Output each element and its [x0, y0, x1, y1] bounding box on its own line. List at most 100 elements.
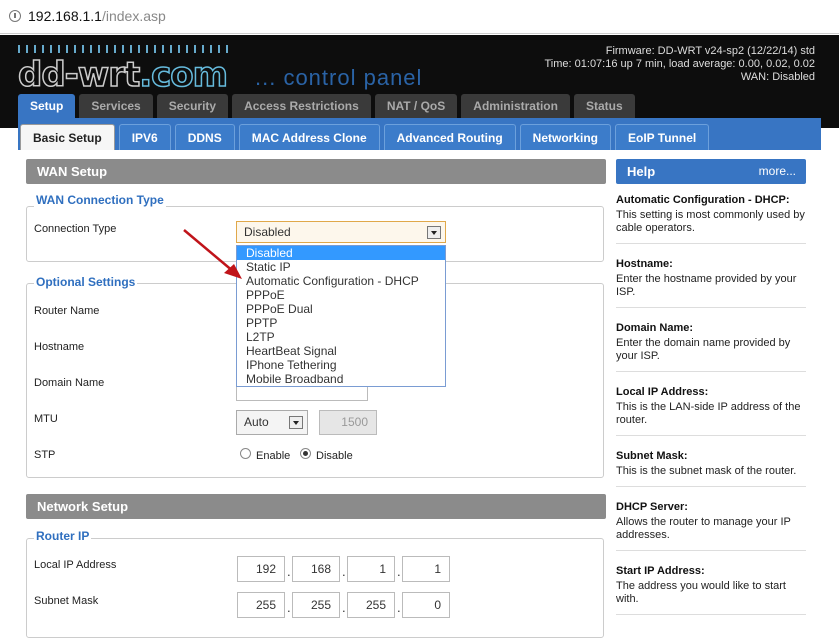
sub-tabs: Basic Setup IPV6 DDNS MAC Address Clone … — [20, 124, 710, 150]
mtu-mode-value: Auto — [244, 415, 269, 429]
network-setup-title: Network Setup — [26, 494, 606, 519]
router-ip-legend: Router IP — [34, 529, 92, 543]
url-text[interactable]: 192.168.1.1/index.asp — [28, 8, 166, 24]
uptime: Time: 01:07:16 up 7 min, load average: 0… — [544, 58, 816, 70]
ip-separator: . — [342, 564, 346, 579]
subnet-mask-label: Subnet Mask — [34, 595, 99, 607]
ip-separator: . — [397, 564, 401, 579]
subnet-octet-4[interactable]: 0 — [402, 592, 450, 618]
option-disabled[interactable]: Disabled — [237, 246, 445, 260]
router-name-label: Router Name — [34, 305, 100, 317]
tab-access-restrictions[interactable]: Access Restrictions — [232, 94, 371, 118]
page-info-icon[interactable] — [9, 10, 21, 22]
help-more-link[interactable]: more... — [759, 159, 796, 184]
stp-enable-radio[interactable] — [240, 448, 251, 459]
subnet-octet-1[interactable]: 255 — [237, 592, 285, 618]
option-l2tp[interactable]: L2TP — [237, 330, 445, 344]
ip-separator: . — [287, 564, 291, 579]
subtab-ipv6[interactable]: IPV6 — [118, 124, 171, 150]
ip-separator: . — [397, 600, 401, 615]
help-item-text: Enter the domain name provided by your I… — [616, 337, 791, 362]
router-ip-fieldset — [26, 538, 604, 638]
help-item-title: Hostname: — [616, 258, 673, 270]
wan-status: WAN: Disabled — [740, 71, 815, 83]
option-pppoe-dual[interactable]: PPPoE Dual — [237, 302, 445, 316]
help-item-text: This is the LAN-side IP address of the r… — [616, 401, 801, 426]
subnet-octet-2[interactable]: 255 — [292, 592, 340, 618]
control-panel-subtitle: ... control panel — [255, 65, 423, 90]
help-item: Subnet Mask: This is the subnet mask of t… — [616, 450, 806, 487]
help-item-title: Start IP Address: — [616, 565, 705, 577]
optional-settings-legend: Optional Settings — [34, 275, 138, 289]
logo-text: dd-wrt — [17, 54, 141, 96]
tab-status[interactable]: Status — [573, 94, 635, 118]
option-mobile-broadband[interactable]: Mobile Broadband — [237, 372, 445, 386]
subtab-eoip-tunnel[interactable]: EoIP Tunnel — [615, 124, 710, 150]
logo-stripes — [18, 45, 228, 53]
help-item-text: Enter the hostname provided by your ISP. — [616, 273, 797, 298]
local-ip-octet-4[interactable]: 1 — [402, 556, 450, 582]
help-item: Automatic Configuration - DHCP: This sett… — [616, 194, 806, 244]
hostname-label: Hostname — [34, 341, 85, 353]
chevron-down-icon[interactable] — [427, 226, 441, 239]
ip-separator: . — [287, 600, 291, 615]
wan-setup-title: WAN Setup — [26, 159, 606, 184]
local-ip-octet-1[interactable]: 192 — [237, 556, 285, 582]
wan-connection-legend: WAN Connection Type — [34, 193, 166, 207]
help-item-title: Subnet Mask: — [616, 450, 688, 462]
local-ip-label: Local IP Address — [34, 559, 117, 571]
connection-type-select[interactable]: Disabled — [236, 221, 446, 243]
help-item: Hostname: Enter the hostname provided by … — [616, 258, 806, 308]
stp-label: STP — [34, 449, 56, 461]
stp-enable-label: Enable — [256, 450, 291, 462]
connection-type-label: Connection Type — [34, 223, 117, 235]
help-item-title: DHCP Server: — [616, 501, 688, 513]
help-item: Start IP Address: The address you would l… — [616, 565, 806, 615]
tab-administration[interactable]: Administration — [461, 94, 570, 118]
help-item-title: Local IP Address: — [616, 386, 709, 398]
help-item-title: Automatic Configuration - DHCP: — [616, 194, 790, 206]
help-item-text: Allows the router to manage your IP addr… — [616, 516, 791, 541]
mtu-mode-select[interactable]: Auto — [236, 410, 308, 435]
help-title-bar: Help more... — [616, 159, 806, 184]
help-panel: Help more... Automatic Configuration - D… — [611, 150, 839, 627]
tab-security[interactable]: Security — [156, 94, 229, 118]
stp-disable-label: Disable — [316, 450, 353, 462]
subtab-ddns[interactable]: DDNS — [174, 124, 235, 150]
subnet-octet-3[interactable]: 255 — [347, 592, 395, 618]
subtab-basic-setup[interactable]: Basic Setup — [20, 124, 115, 150]
subtab-advanced-routing[interactable]: Advanced Routing — [383, 124, 516, 150]
mtu-value-input[interactable]: 1500 — [319, 410, 377, 435]
local-ip-octet-2[interactable]: 168 — [292, 556, 340, 582]
option-pptp[interactable]: PPTP — [237, 316, 445, 330]
help-item-text: This is the subnet mask of the router. — [616, 465, 797, 477]
connection-type-dropdown[interactable]: Disabled Static IP Automatic Configurati… — [236, 245, 446, 387]
option-heartbeat-signal[interactable]: HeartBeat Signal — [237, 344, 445, 358]
local-ip-octet-3[interactable]: 1 — [347, 556, 395, 582]
help-item-text: This setting is most commonly used by ca… — [616, 209, 805, 234]
subtab-mac-address-clone[interactable]: MAC Address Clone — [238, 124, 380, 150]
dd-wrt-logo: dd-wrt.com — [17, 43, 278, 96]
subtab-networking[interactable]: Networking — [519, 124, 611, 150]
browser-address-bar[interactable]: 192.168.1.1/index.asp — [0, 0, 839, 34]
main-content: WAN Setup WAN Connection Type Connection… — [18, 150, 611, 638]
tab-setup[interactable]: Setup — [18, 94, 76, 118]
help-item: Local IP Address: This is the LAN-side IP… — [616, 386, 806, 436]
help-item-text: The address you would like to start with… — [616, 580, 786, 605]
domain-name-label: Domain Name — [34, 377, 105, 389]
option-pppoe[interactable]: PPPoE — [237, 288, 445, 302]
help-item-title: Domain Name: — [616, 322, 694, 334]
page-header: dd-wrt.com ... control panel Firmware: D… — [0, 35, 839, 128]
option-static-ip[interactable]: Static IP — [237, 260, 445, 274]
help-item: DHCP Server: Allows the router to manage … — [616, 501, 806, 551]
arrow-shaft — [183, 229, 235, 273]
tab-nat-qos[interactable]: NAT / QoS — [374, 94, 458, 118]
option-iphone-tethering[interactable]: IPhone Tethering — [237, 358, 445, 372]
main-tabs: Setup Services Security Access Restricti… — [18, 94, 635, 118]
chevron-down-icon[interactable] — [289, 416, 303, 429]
stp-disable-radio[interactable] — [300, 448, 311, 459]
mtu-label: MTU — [34, 413, 58, 425]
tab-services[interactable]: Services — [79, 94, 153, 118]
firmware-info: Firmware: DD-WRT v24-sp2 (12/22/14) std … — [545, 45, 816, 84]
option-dhcp[interactable]: Automatic Configuration - DHCP — [237, 274, 445, 288]
